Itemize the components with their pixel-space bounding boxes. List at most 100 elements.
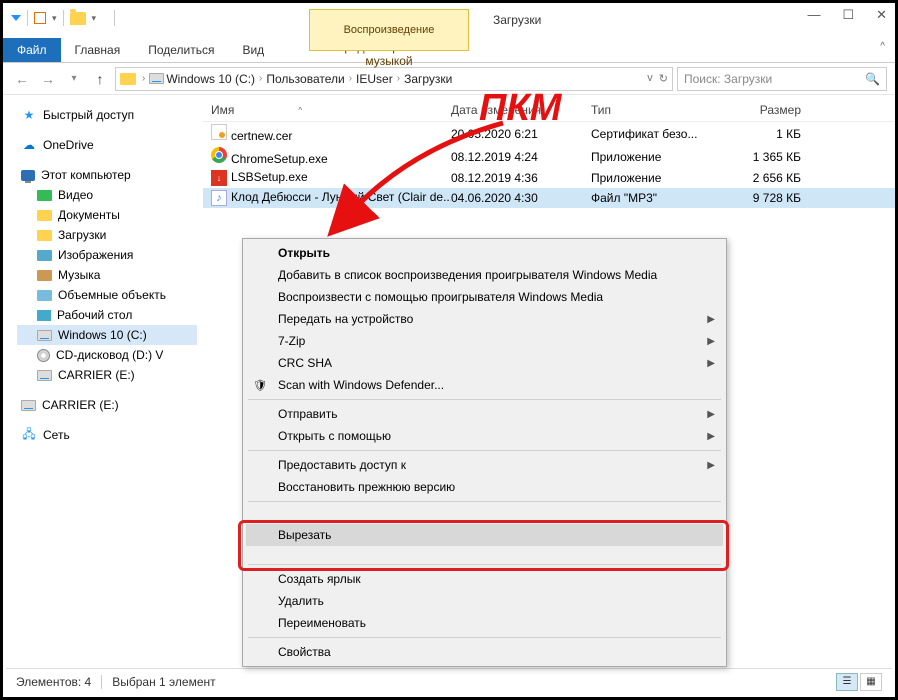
menu-crc-sha[interactable]: CRC SHA▶ [246, 352, 723, 374]
status-selection: Выбран 1 элемент [112, 675, 215, 689]
menu-give-access[interactable]: Предоставить доступ к▶ [246, 454, 723, 476]
menu-play-wmp[interactable]: Воспроизвести с помощью проигрывателя Wi… [246, 286, 723, 308]
search-icon: 🔍 [865, 72, 880, 86]
nav-back-button[interactable]: ← [11, 68, 33, 90]
divider [101, 675, 102, 689]
sidebar-onedrive[interactable]: ☁OneDrive [17, 135, 197, 155]
nav-forward-button[interactable]: → [37, 68, 59, 90]
menu-open-with[interactable]: Открыть с помощью▶ [246, 425, 723, 447]
sidebar-carrier-e2[interactable]: CARRIER (E:) [17, 395, 197, 415]
menu-defender[interactable]: 🛡Scan with Windows Defender... [246, 374, 723, 396]
column-name[interactable]: Имя^ [211, 103, 451, 117]
lsb-icon: ↓ [211, 170, 227, 186]
navigation-pane: ★Быстрый доступ ☁OneDrive Этот компьютер… [3, 95, 203, 653]
folder-icon [70, 12, 86, 25]
chevron-right-icon[interactable]: › [142, 73, 145, 84]
menu-restore[interactable]: Восстановить прежнюю версию [246, 476, 723, 498]
sidebar-3d-objects[interactable]: Объемные объекть [17, 285, 197, 305]
column-size[interactable]: Размер [721, 103, 801, 117]
chevron-right-icon[interactable]: › [397, 73, 400, 84]
nav-recent-dropdown[interactable]: ▾ [63, 68, 85, 90]
submenu-arrow-icon: ▶ [707, 460, 715, 471]
breadcrumb-segment[interactable]: IEUser [356, 72, 393, 86]
file-tab[interactable]: Файл [3, 38, 61, 62]
menu-cut[interactable]: Вырезать [246, 524, 723, 546]
menu-properties[interactable]: Свойства [246, 641, 723, 663]
refresh-icon[interactable]: ↻ [659, 72, 668, 85]
menu-separator [248, 520, 721, 521]
divider [114, 10, 115, 26]
sort-indicator-icon: ^ [298, 106, 302, 115]
downloads-icon [37, 230, 52, 241]
view-details-button[interactable]: ☰ [836, 673, 858, 691]
file-row[interactable]: ChromeSetup.exe 08.12.2019 4:24 Приложен… [203, 145, 895, 168]
qat-properties-icon[interactable] [34, 12, 46, 24]
sidebar-network[interactable]: 🖧Сеть [17, 425, 197, 445]
documents-icon [37, 210, 52, 221]
sidebar-this-pc[interactable]: Этот компьютер [17, 165, 197, 185]
star-icon: ★ [21, 108, 37, 122]
menu-add-to-wmp[interactable]: Добавить в список воспроизведения проигр… [246, 264, 723, 286]
chevron-down-icon[interactable]: ▾ [92, 13, 97, 24]
home-tab[interactable]: Главная [61, 38, 135, 62]
menu-separator [248, 564, 721, 565]
objects3d-icon [37, 290, 52, 301]
menu-separator [248, 637, 721, 638]
minimize-button[interactable]: — [807, 7, 820, 23]
playback-context-tab[interactable]: Воспроизведение [309, 9, 469, 51]
ribbon-expand-icon[interactable]: ^ [880, 41, 885, 52]
context-menu: Открыть Добавить в список воспроизведени… [242, 238, 727, 667]
breadcrumb-segment[interactable]: Windows 10 (C:) [166, 72, 255, 86]
qat-dropdown-icon[interactable] [11, 15, 21, 21]
menu-open[interactable]: Открыть [246, 242, 723, 264]
menu-cast[interactable]: Передать на устройство▶ [246, 308, 723, 330]
sidebar-dvd-drive[interactable]: CD-дисковод (D:) V [17, 345, 197, 365]
menu-separator [248, 501, 721, 502]
close-button[interactable]: ✕ [876, 7, 887, 23]
sidebar-quick-access[interactable]: ★Быстрый доступ [17, 105, 197, 125]
pc-icon [21, 170, 35, 181]
window-controls: — ☐ ✕ [807, 7, 887, 23]
status-bar: Элементов: 4 Выбран 1 элемент ☰ ▦ [6, 668, 892, 694]
file-row[interactable]: ↓LSBSetup.exe 08.12.2019 4:36 Приложение… [203, 168, 895, 188]
drive-icon [37, 330, 52, 341]
music-icon [37, 270, 52, 281]
desktop-icon [37, 310, 51, 321]
sidebar-downloads[interactable]: Загрузки [17, 225, 197, 245]
chevron-right-icon[interactable]: › [349, 73, 352, 84]
menu-send-to[interactable]: Отправить▶ [246, 403, 723, 425]
view-tab[interactable]: Вид [228, 38, 278, 62]
menu-create-shortcut[interactable]: Создать ярлык [246, 568, 723, 590]
column-type[interactable]: Тип [591, 103, 721, 117]
nav-up-button[interactable]: ↑ [89, 68, 111, 90]
drive-icon [149, 73, 164, 84]
search-placeholder: Поиск: Загрузки [684, 72, 772, 86]
breadcrumb-segment[interactable]: Пользователи [266, 72, 344, 86]
submenu-arrow-icon: ▶ [707, 409, 715, 420]
annotation-label: ПКМ [479, 87, 561, 130]
sidebar-documents[interactable]: Документы [17, 205, 197, 225]
onedrive-icon: ☁ [21, 138, 37, 152]
search-input[interactable]: Поиск: Загрузки 🔍 [677, 67, 887, 91]
sidebar-music[interactable]: Музыка [17, 265, 197, 285]
share-tab[interactable]: Поделиться [134, 38, 228, 62]
chevron-right-icon[interactable]: › [259, 73, 262, 84]
divider [63, 10, 64, 26]
menu-rename[interactable]: Переименовать [246, 612, 723, 634]
maximize-button[interactable]: ☐ [842, 7, 854, 23]
network-icon: 🖧 [21, 428, 37, 442]
sidebar-desktop[interactable]: Рабочий стол [17, 305, 197, 325]
view-icons-button[interactable]: ▦ [860, 673, 882, 691]
divider [27, 10, 28, 26]
menu-delete[interactable]: Удалить [246, 590, 723, 612]
menu-7zip[interactable]: 7-Zip▶ [246, 330, 723, 352]
sidebar-c-drive[interactable]: Windows 10 (C:) [17, 325, 197, 345]
chevron-down-icon[interactable]: v [647, 72, 653, 85]
chevron-down-icon[interactable]: ▾ [52, 13, 57, 24]
sidebar-videos[interactable]: Видео [17, 185, 197, 205]
breadcrumb-segment[interactable]: Загрузки [404, 72, 452, 86]
sidebar-carrier-e[interactable]: CARRIER (E:) [17, 365, 197, 385]
file-row-selected[interactable]: ♪Клод Дебюсси - Лунный Свет (Clair de...… [203, 188, 895, 208]
videos-icon [37, 190, 52, 201]
sidebar-pictures[interactable]: Изображения [17, 245, 197, 265]
